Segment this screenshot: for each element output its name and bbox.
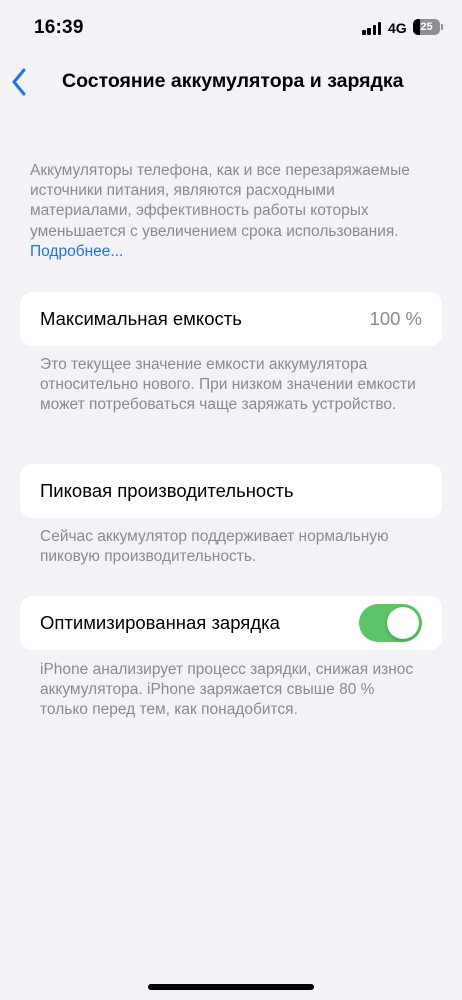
- battery-cap: [441, 24, 443, 30]
- cellular-signal-icon: [362, 22, 382, 35]
- optimized-charging-toggle[interactable]: [359, 604, 422, 642]
- optimized-charging-footnote: iPhone анализирует процесс зарядки, сниж…: [40, 661, 414, 719]
- battery-percentage: 25: [420, 21, 433, 33]
- page-title: Состояние аккумулятора и зарядка: [62, 70, 404, 92]
- max-capacity-row: Максимальная емкость 100 %: [20, 292, 442, 346]
- peak-performance-label: Пиковая производительность: [40, 480, 294, 501]
- peak-performance-row: Пиковая производительность: [20, 464, 442, 518]
- peak-performance-footnote: Сейчас аккумулятор поддерживает нормальн…: [40, 528, 389, 566]
- home-indicator[interactable]: [148, 984, 314, 990]
- max-capacity-label: Максимальная емкость: [40, 308, 242, 329]
- toggle-knob: [387, 607, 419, 639]
- chevron-left-icon: [12, 68, 26, 96]
- battery-health-screen: 16:39 4G 25 Состояние аккумулятора и зар…: [0, 0, 462, 1000]
- back-button[interactable]: [6, 62, 36, 102]
- max-capacity-footnote: Это текущее значение емкости аккумулятор…: [40, 356, 416, 414]
- max-capacity-value: 100 %: [369, 308, 422, 329]
- battery-icon: 25: [413, 19, 440, 35]
- navigation-bar: Состояние аккумулятора и зарядка: [0, 56, 462, 108]
- intro-description: Аккумуляторы телефона, как и все перезар…: [30, 161, 434, 262]
- status-time: 16:39: [34, 17, 84, 38]
- network-type: 4G: [388, 20, 407, 36]
- learn-more-link[interactable]: Подробнее...: [30, 243, 123, 260]
- status-bar: 16:39 4G 25: [0, 0, 462, 56]
- optimized-charging-row: Оптимизированная зарядка: [20, 596, 442, 650]
- optimized-charging-label: Оптимизированная зарядка: [40, 612, 280, 633]
- intro-text: Аккумуляторы телефона, как и все перезар…: [30, 162, 410, 240]
